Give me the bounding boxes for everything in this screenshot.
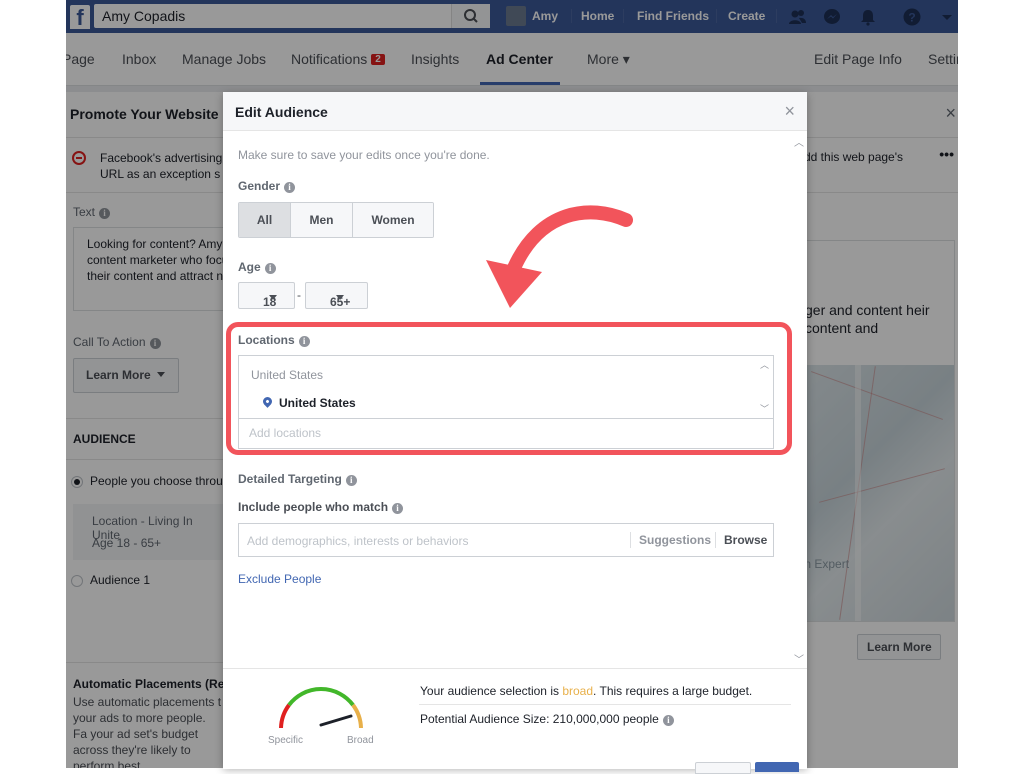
selection-suffix: . This requires a large budget.: [593, 684, 753, 698]
age-min-select[interactable]: 18: [238, 282, 295, 309]
potential-audience-size: Potential Audience Size: 210,000,000 peo…: [420, 712, 674, 726]
scroll-up-icon[interactable]: ︿: [794, 134, 804, 149]
gender-option-men[interactable]: Men: [291, 203, 353, 237]
annotation-arrow-icon: [486, 205, 633, 308]
selection-prefix: Your audience selection is: [420, 684, 563, 698]
gender-label-text: Gender: [238, 179, 281, 193]
audience-definition-footer: Specific Broad Your audience selection i…: [223, 668, 807, 769]
audience-selection-text: Your audience selection is broad. This r…: [420, 684, 752, 698]
dialog-header: Edit Audience ×: [223, 92, 807, 131]
dialog-title: Edit Audience: [235, 104, 328, 120]
gender-option-women[interactable]: Women: [353, 203, 433, 237]
age-max-select[interactable]: 65+: [305, 282, 368, 309]
detailed-targeting-placeholder: Add demographics, interests or behaviors: [247, 534, 469, 548]
info-icon: i: [264, 263, 276, 274]
gauge-broad-label: Broad: [347, 735, 374, 746]
info-icon: i: [662, 715, 674, 726]
save-button[interactable]: [755, 762, 799, 772]
gender-selector: All Men Women: [238, 202, 434, 238]
audience-gauge-icon: [279, 687, 363, 729]
potential-audience-size-text: Potential Audience Size: 210,000,000 peo…: [420, 712, 659, 726]
chevron-down-icon: [269, 295, 277, 300]
info-icon: i: [345, 475, 357, 486]
gender-option-all[interactable]: All: [239, 203, 291, 237]
dialog-close-button[interactable]: ×: [784, 101, 795, 122]
locations-highlight-box: [226, 322, 792, 455]
info-icon: i: [284, 182, 296, 193]
info-icon: i: [392, 503, 404, 514]
selection-broad-word: broad: [562, 684, 594, 698]
save-hint: Make sure to save your edits once you're…: [238, 148, 490, 162]
dialog-scrollbar[interactable]: ︿ ﹀: [793, 134, 804, 666]
age-range-dash: -: [297, 288, 301, 302]
divider: [630, 532, 631, 548]
detailed-targeting-label-text: Detailed Targeting: [238, 472, 342, 486]
cancel-button[interactable]: [695, 762, 751, 774]
chevron-down-icon: [336, 295, 344, 300]
age-label-text: Age: [238, 260, 261, 274]
age-label: Age i: [238, 260, 276, 274]
gender-label: Gender i: [238, 179, 296, 193]
exclude-people-link[interactable]: Exclude People: [238, 572, 321, 586]
include-people-label: Include people who match i: [238, 500, 404, 514]
scroll-down-icon[interactable]: ﹀: [794, 651, 804, 666]
detailed-targeting-input[interactable]: Add demographics, interests or behaviors…: [238, 523, 774, 557]
footer-divider: [419, 704, 791, 705]
browse-button[interactable]: Browse: [724, 533, 767, 547]
suggestions-button[interactable]: Suggestions: [639, 533, 711, 547]
include-people-label-text: Include people who match: [238, 500, 389, 514]
divider: [715, 532, 716, 548]
gauge-specific-label: Specific: [268, 735, 304, 746]
detailed-targeting-label: Detailed Targeting i: [238, 472, 357, 486]
